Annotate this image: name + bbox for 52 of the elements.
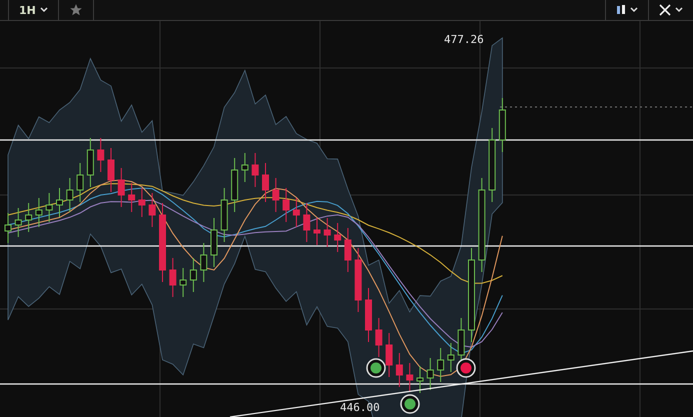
candlestick — [138, 188, 146, 218]
candlestick — [272, 178, 280, 212]
candlestick — [190, 258, 197, 292]
candlestick — [25, 202, 32, 232]
caret-icon — [630, 7, 638, 13]
candlestick — [56, 188, 63, 218]
low-price-label: 446.00 — [340, 401, 380, 414]
candlestick — [97, 138, 104, 172]
candlestick — [169, 258, 176, 298]
candlestick — [148, 192, 156, 228]
candlestick — [86, 138, 94, 188]
candlestick — [426, 358, 434, 390]
crossed-arrows-icon — [659, 4, 671, 16]
candlestick — [344, 228, 352, 272]
candlestick — [406, 362, 414, 392]
candlestick — [416, 366, 424, 394]
candlestick — [210, 218, 218, 268]
candlestick — [262, 162, 269, 202]
candlestick — [76, 162, 84, 202]
candles-icon — [616, 4, 626, 16]
candlestick — [4, 212, 12, 244]
caret-icon — [675, 7, 683, 13]
candlestick — [386, 332, 393, 378]
candlestick — [118, 168, 125, 208]
candlestick — [292, 198, 300, 228]
candlestick — [180, 268, 187, 298]
candlestick — [354, 248, 362, 312]
candlestick — [314, 218, 320, 246]
candlestick — [396, 352, 403, 388]
candlestick — [437, 348, 444, 382]
candlestick — [324, 218, 331, 248]
candlestick — [66, 178, 74, 212]
candlestick — [334, 222, 342, 252]
caret-icon — [40, 7, 48, 13]
candlestick — [35, 198, 42, 228]
candlestick — [128, 182, 136, 212]
candlestick — [498, 98, 506, 152]
candlestick — [241, 152, 248, 182]
candlestick — [252, 152, 259, 188]
candlestick — [108, 148, 114, 192]
high-price-label: 477.26 — [444, 33, 484, 46]
candlestick — [303, 202, 310, 242]
candlestick — [14, 208, 22, 238]
candlestick — [46, 192, 53, 222]
candlestick — [200, 242, 208, 282]
star-icon — [68, 3, 83, 17]
candlestick — [375, 318, 382, 358]
candlestick — [282, 188, 290, 222]
candlestick — [447, 342, 454, 372]
candlestick — [220, 188, 228, 242]
candlestick — [365, 288, 372, 342]
candlestick — [231, 158, 238, 212]
